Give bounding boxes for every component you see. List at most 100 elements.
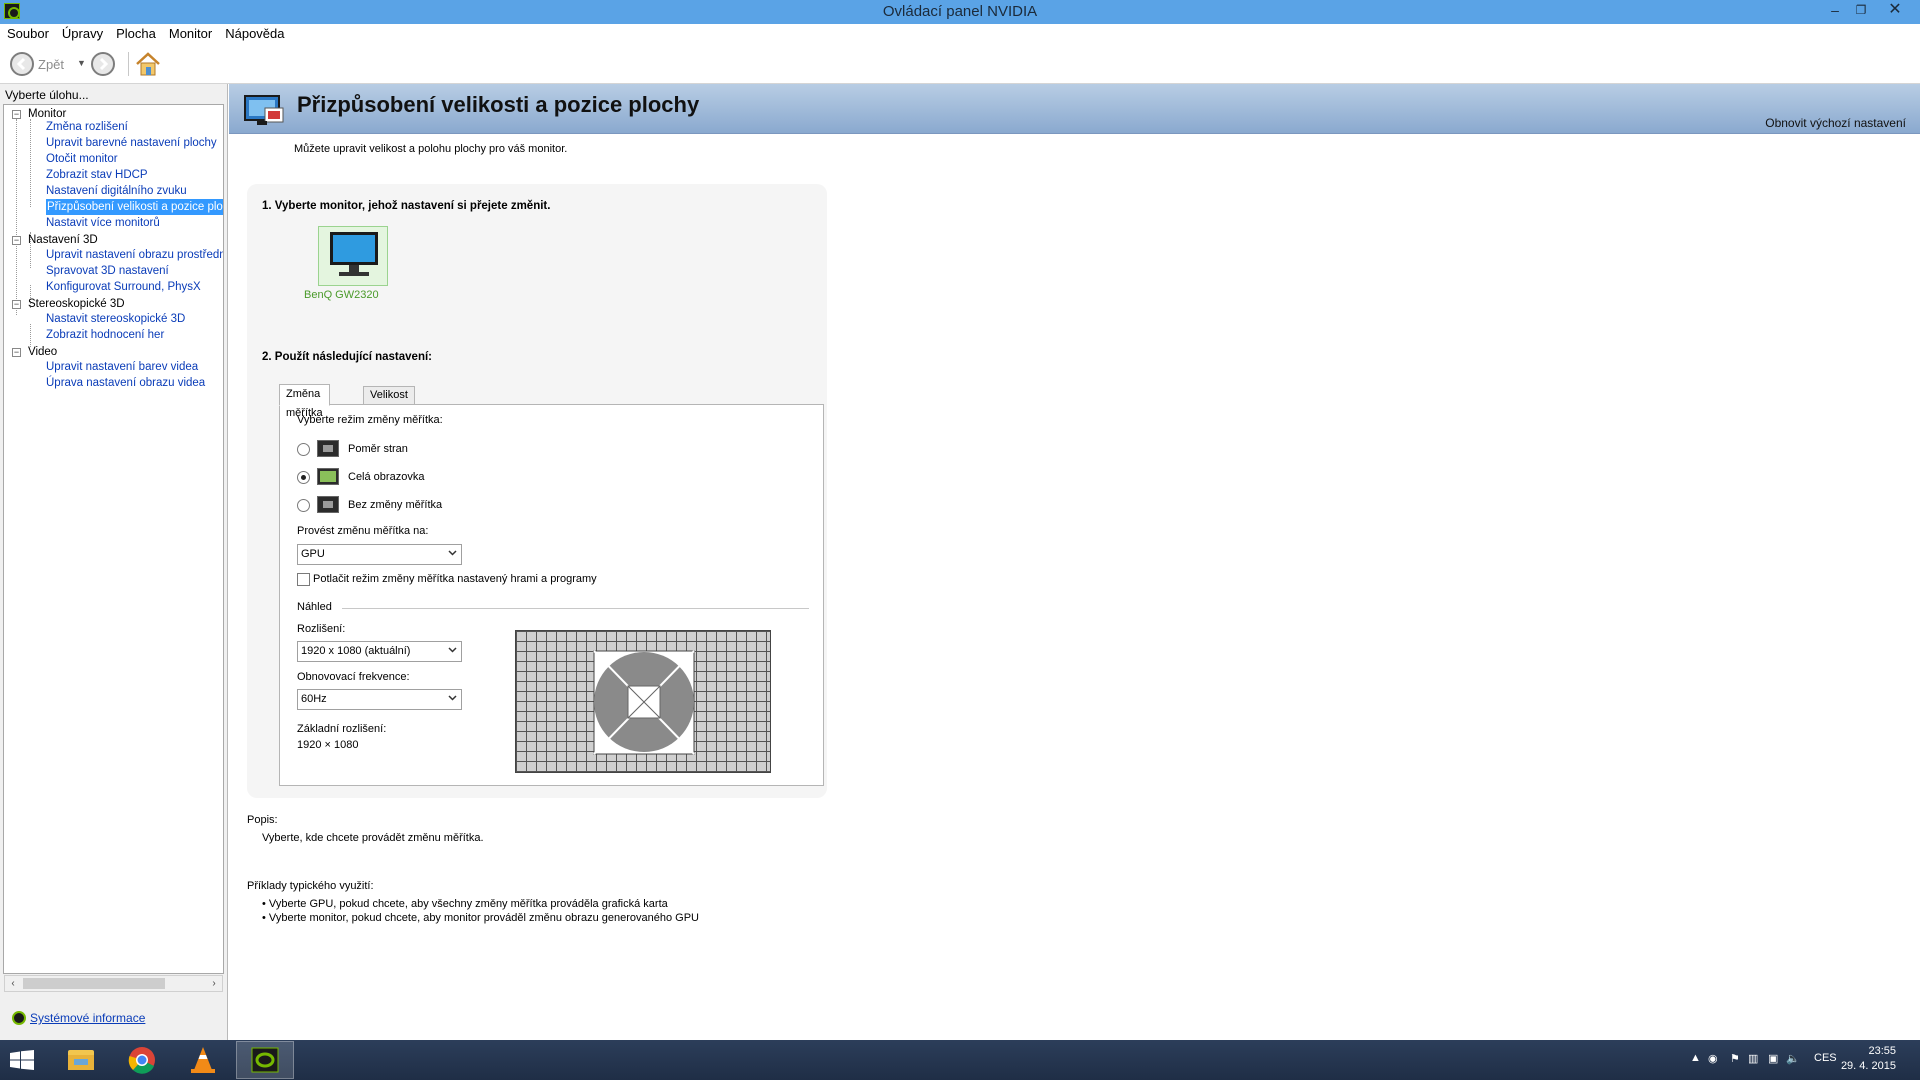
override-scaling-label[interactable]: Potlačit režim změny měřítka nastavený h…	[313, 573, 597, 585]
minimize-icon[interactable]: –	[1824, 0, 1846, 22]
tree-item-spravovat-3d[interactable]: Spravovat 3D nastavení	[46, 263, 169, 279]
tab-zmena-meritka[interactable]: Změna měřítka	[279, 384, 330, 419]
arrow-right-icon	[99, 57, 109, 71]
tree-item-vice-monitoru[interactable]: Nastavit více monitorů	[46, 215, 160, 231]
perform-on-select[interactable]: GPU	[297, 544, 462, 565]
radio-cela-obrazovka[interactable]	[297, 471, 310, 484]
tree-horizontal-scrollbar[interactable]: ‹ ›	[4, 975, 223, 992]
forward-button[interactable]	[91, 52, 115, 76]
scroll-left-icon[interactable]: ‹	[5, 976, 21, 991]
tree-category-stereo[interactable]: Stereoskopické 3D	[28, 296, 125, 312]
resolution-select[interactable]: 1920 x 1080 (aktuální)	[297, 641, 462, 662]
step2-heading: 2. Použít následující nastavení:	[262, 351, 432, 363]
show-hidden-icons[interactable]: ▲	[1690, 1052, 1701, 1064]
chevron-down-icon	[448, 647, 457, 653]
taskbar-chrome[interactable]	[113, 1041, 171, 1079]
monitor-name[interactable]: BenQ GW2320	[304, 289, 379, 301]
tree-item-velikost-pozice-plochy[interactable]: Přizpůsobení velikosti a pozice plochy	[46, 199, 223, 215]
lock-tray-icon[interactable]: ▣	[1768, 1052, 1778, 1065]
desktop-size-icon	[244, 95, 284, 125]
system-info-icon	[12, 1011, 26, 1025]
monitor-tile[interactable]	[318, 226, 388, 286]
description-text: Vyberte, kde chcete provádět změnu měřít…	[262, 832, 484, 844]
restore-defaults-link[interactable]: Obnovit výchozí nastavení	[1765, 116, 1906, 130]
vlc-cone-icon	[191, 1047, 215, 1073]
system-info-link[interactable]: Systémové informace	[12, 1011, 145, 1025]
nvidia-icon	[251, 1047, 279, 1073]
window-title: Ovládací panel NVIDIA	[882, 3, 1038, 20]
radio-pomer-stran[interactable]	[297, 443, 310, 456]
toolbar-separator	[128, 52, 129, 76]
tree-item-obraz-videa[interactable]: Úprava nastavení obrazu videa	[46, 375, 205, 391]
taskbar: ▲ ◉ ⚑ ▥ ▣ 🔈 CES 23:55 29. 4. 2015	[0, 1040, 1920, 1080]
scroll-right-icon[interactable]: ›	[206, 976, 222, 991]
network-icon[interactable]: ▥	[1748, 1052, 1758, 1065]
base-resolution-label: Základní rozlišení:	[297, 723, 387, 735]
back-history-dropdown-icon[interactable]: ▼	[77, 58, 86, 68]
tree-item-barvy-videa[interactable]: Upravit nastavení barev videa	[46, 359, 198, 375]
system-info-label: Systémové informace	[30, 1011, 146, 1025]
tree-category-video[interactable]: Video	[28, 344, 57, 360]
mode-label-cela-obrazovka[interactable]: Celá obrazovka	[348, 471, 424, 483]
scrollbar-thumb[interactable]	[23, 978, 165, 989]
perform-on-value: GPU	[301, 548, 325, 560]
tree-category-3d[interactable]: Nastavení 3D	[28, 232, 98, 248]
resolution-label: Rozlišení:	[297, 623, 346, 635]
menu-plocha[interactable]: Plocha	[109, 24, 162, 41]
tree-item-nastaveni-obrazu[interactable]: Upravit nastavení obrazu prostřednic	[46, 247, 223, 263]
chevron-down-icon	[448, 695, 457, 701]
example-item: • Vyberte GPU, pokud chcete, aby všechny…	[262, 898, 668, 910]
chevron-down-icon	[448, 550, 457, 556]
clock[interactable]: 23:55 29. 4. 2015	[1841, 1044, 1896, 1074]
collapse-monitor-icon[interactable]: −	[12, 110, 21, 119]
close-icon[interactable]: ✕	[1880, 0, 1910, 22]
refresh-rate-select[interactable]: 60Hz	[297, 689, 462, 710]
no-scaling-icon	[317, 496, 339, 513]
back-button[interactable]	[10, 52, 34, 76]
mode-label-bez-zmeny[interactable]: Bez změny měřítka	[348, 499, 442, 511]
restore-icon[interactable]: ❐	[1850, 0, 1872, 22]
tree-item-digitalni-zvuk[interactable]: Nastavení digitálního zvuku	[46, 183, 187, 199]
tree-item-stav-hdcp[interactable]: Zobrazit stav HDCP	[46, 167, 148, 183]
chrome-icon	[128, 1047, 155, 1074]
tree-item-hodnoceni-her[interactable]: Zobrazit hodnocení her	[46, 327, 164, 343]
taskbar-explorer[interactable]	[52, 1041, 110, 1079]
menu-napoveda[interactable]: Nápověda	[218, 24, 290, 41]
arrow-left-icon	[16, 57, 26, 71]
taskbar-vlc[interactable]	[174, 1041, 232, 1079]
override-scaling-checkbox[interactable]	[297, 573, 310, 586]
clock-time: 23:55	[1868, 1045, 1896, 1057]
tree-item-barevne-nastaveni[interactable]: Upravit barevné nastavení plochy	[46, 135, 217, 151]
tree-item-surround-physx[interactable]: Konfigurovat Surround, PhysX	[46, 279, 201, 295]
description-label: Popis:	[247, 814, 278, 826]
tree-line	[30, 119, 31, 207]
volume-icon[interactable]: 🔈	[1786, 1052, 1800, 1065]
tree-item-zmena-rozliseni[interactable]: Změna rozlišení	[46, 119, 128, 135]
step1-heading: 1. Vyberte monitor, jehož nastavení si p…	[262, 200, 551, 212]
resolution-value: 1920 x 1080 (aktuální)	[301, 645, 411, 657]
perform-on-label: Provést změnu měřítka na:	[297, 525, 429, 537]
folder-icon	[68, 1050, 94, 1070]
aspect-ratio-icon	[317, 440, 339, 457]
scaling-tab-panel: Vyberte režim změny měřítka: Poměr stran…	[279, 404, 824, 786]
collapse-stereo-icon[interactable]: −	[12, 300, 21, 309]
language-indicator[interactable]: CES	[1814, 1052, 1837, 1064]
taskbar-nvidia[interactable]	[236, 1041, 294, 1079]
tree-item-otocit-monitor[interactable]: Otočit monitor	[46, 151, 118, 167]
menu-upravy[interactable]: Úpravy	[55, 24, 109, 41]
home-icon[interactable]	[134, 50, 162, 78]
page-title: Přizpůsobení velikosti a pozice plochy	[297, 92, 700, 117]
action-center-flag-icon[interactable]: ⚑	[1730, 1052, 1740, 1065]
example-item: • Vyberte monitor, pokud chcete, aby mon…	[262, 912, 699, 924]
windows-start-icon[interactable]	[10, 1050, 34, 1070]
task-tree: − Monitor Změna rozlišení Upravit barevn…	[3, 104, 224, 974]
tab-velikost[interactable]: Velikost	[363, 386, 415, 405]
collapse-video-icon[interactable]: −	[12, 348, 21, 357]
collapse-3d-icon[interactable]: −	[12, 236, 21, 245]
menu-soubor[interactable]: Soubor	[0, 24, 55, 41]
menu-monitor[interactable]: Monitor	[162, 24, 218, 41]
tree-item-nastavit-stereo[interactable]: Nastavit stereoskopické 3D	[46, 311, 185, 327]
mode-label-pomer-stran[interactable]: Poměr stran	[348, 443, 408, 455]
radio-bez-zmeny[interactable]	[297, 499, 310, 512]
steam-tray-icon[interactable]: ◉	[1708, 1052, 1718, 1065]
